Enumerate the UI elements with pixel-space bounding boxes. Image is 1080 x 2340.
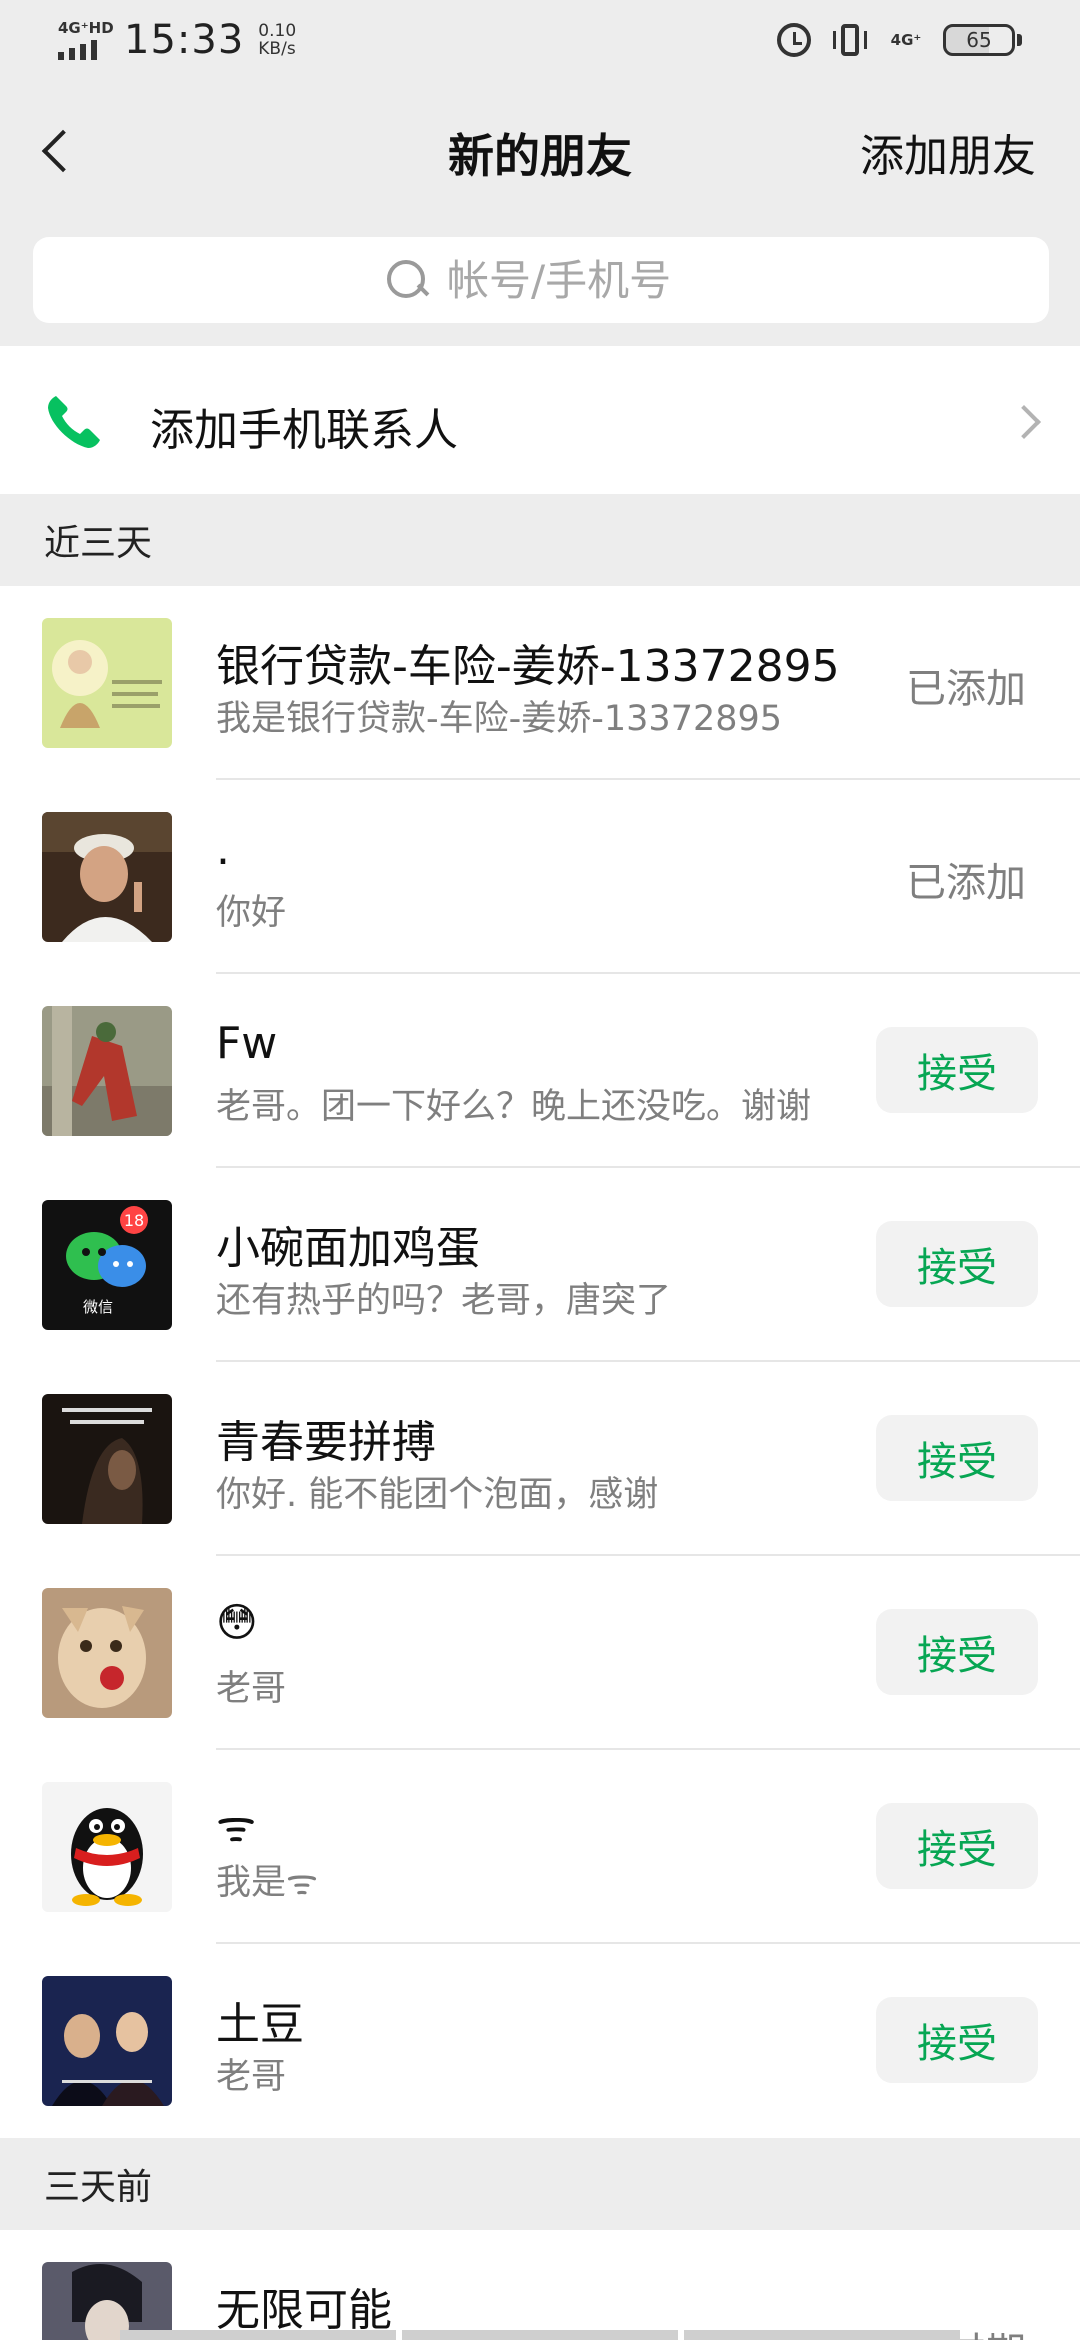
request-message: 老哥 xyxy=(216,2057,287,2097)
svg-text:微信: 微信 xyxy=(83,1298,113,1316)
list-item[interactable]: Fw 老哥。团一下好么？晚上还没吃。谢谢 接受 xyxy=(0,974,1080,1168)
avatar xyxy=(42,1588,172,1718)
contact-name: 😳 xyxy=(216,1600,258,1646)
list-item[interactable]: 银行贷款-车险-姜娇-13372895 我是银行贷款-车险-姜娇-1337289… xyxy=(0,586,1080,780)
contact-name: . xyxy=(216,824,230,875)
accept-button[interactable]: 接受 xyxy=(876,1997,1038,2083)
nav-bar: 新的朋友 添加朋友 xyxy=(0,80,1080,220)
accept-button[interactable]: 接受 xyxy=(876,1803,1038,1889)
avatar xyxy=(42,812,172,942)
list-item[interactable]: 😳 老哥 接受 xyxy=(0,1556,1080,1750)
request-message: 我是银行贷款-车险-姜娇-13372895 xyxy=(216,699,783,739)
contact-name: Fw xyxy=(216,1018,278,1069)
request-message: 还有热乎的吗？老哥，唐突了 xyxy=(216,1281,672,1321)
friend-request-list-recent: 银行贷款-车险-姜娇-13372895 我是银行贷款-车险-姜娇-1337289… xyxy=(0,586,1080,2138)
phone-icon xyxy=(48,396,100,448)
accept-button[interactable]: 接受 xyxy=(876,1221,1038,1307)
avatar xyxy=(42,1976,172,2106)
search-icon xyxy=(385,258,429,302)
request-message: 你好. 能不能团个泡面，感谢 xyxy=(216,1475,659,1515)
cellular-signal-icon: 4G⁺HD xyxy=(58,20,114,60)
contact-name: 青春要拼搏 xyxy=(216,1417,436,1468)
list-item[interactable]: . 你好 已添加 xyxy=(0,780,1080,974)
search-input[interactable] xyxy=(447,255,697,305)
request-message: 老哥。团一下好么？晚上还没吃。谢谢 xyxy=(216,1087,812,1127)
add-phone-contacts-row[interactable]: 添加手机联系人 xyxy=(0,346,1080,494)
accept-button[interactable]: 接受 xyxy=(876,1415,1038,1501)
status-bar: 4G⁺HD 15:33 0.10 KB/s 4G⁺ 65 xyxy=(0,0,1080,80)
bottom-gesture-bar xyxy=(0,2330,1080,2340)
contact-name: 土豆 xyxy=(216,1999,304,2050)
contact-name: 无限可能 xyxy=(216,2285,392,2336)
network-type: 4G⁺HD xyxy=(58,19,114,37)
alarm-icon xyxy=(777,23,811,57)
vibrate-icon xyxy=(831,22,869,58)
contact-name: 银行贷款-车险-姜娇-13372895 xyxy=(216,641,840,692)
section-header-older: 三天前 xyxy=(0,2138,1080,2230)
request-message: 我是ᯤ xyxy=(216,1863,318,1903)
add-friend-button[interactable]: 添加朋友 xyxy=(860,120,1036,184)
avatar: 18 微信 xyxy=(42,1200,172,1330)
list-item[interactable]: 18 微信 小碗面加鸡蛋 还有热乎的吗？老哥，唐突了 接受 xyxy=(0,1168,1080,1362)
network-type-2: 4G⁺ xyxy=(890,31,922,49)
add-phone-contacts-label: 添加手机联系人 xyxy=(150,405,458,456)
section-header-recent: 近三天 xyxy=(0,494,1080,586)
request-message: 老哥 xyxy=(216,1669,287,1709)
battery-icon: 65 xyxy=(943,24,1022,56)
contact-name: 小碗面加鸡蛋 xyxy=(216,1223,480,1274)
network-speed: 0.10 KB/s xyxy=(258,21,297,59)
avatar xyxy=(42,1006,172,1136)
contact-name: ᯤ xyxy=(216,1801,257,1852)
request-message: 你好 xyxy=(216,893,287,933)
status-time: 15:33 xyxy=(124,17,245,63)
svg-text:18: 18 xyxy=(124,1211,144,1230)
avatar xyxy=(42,618,172,748)
accept-button[interactable]: 接受 xyxy=(876,1609,1038,1695)
friend-request-list-older: 无限可能 已过期 xyxy=(0,2230,1080,2340)
avatar xyxy=(42,2262,172,2340)
list-item[interactable]: 土豆 老哥 接受 xyxy=(0,1944,1080,2138)
avatar xyxy=(42,1394,172,1524)
battery-level: 65 xyxy=(943,24,1015,56)
list-item[interactable]: 无限可能 已过期 xyxy=(0,2230,1080,2340)
accept-button[interactable]: 接受 xyxy=(876,1027,1038,1113)
list-item[interactable]: 青春要拼搏 你好. 能不能团个泡面，感谢 接受 xyxy=(0,1362,1080,1556)
search-bar[interactable] xyxy=(33,237,1049,323)
added-status: 已添加 xyxy=(906,860,1026,906)
chevron-right-icon xyxy=(1008,400,1044,440)
avatar xyxy=(42,1782,172,1912)
added-status: 已添加 xyxy=(906,666,1026,712)
list-item[interactable]: ᯤ 我是ᯤ 接受 xyxy=(0,1750,1080,1944)
